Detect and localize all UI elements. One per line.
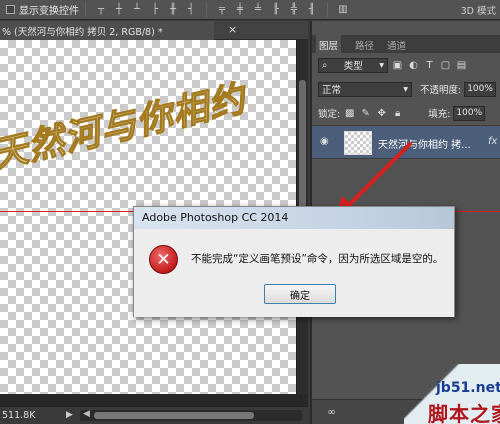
distribute-top-icon[interactable]: ╤ xyxy=(216,4,228,16)
status-menu-icon[interactable]: ▶ xyxy=(66,410,73,420)
type-filter-icon[interactable]: T xyxy=(423,59,436,72)
fill-input[interactable]: 100% xyxy=(453,105,486,121)
dialog-title: Adobe Photoshop CC 2014 xyxy=(142,211,289,224)
tab-layers[interactable]: 图层 xyxy=(316,35,342,53)
show-transform-controls-checkbox[interactable] xyxy=(6,5,15,14)
layer-effects-icon[interactable]: fx xyxy=(488,136,497,147)
lock-fill-row: 锁定: ▩ ✎ ✥ 🔒︎ 填充: 100% xyxy=(312,103,500,123)
document-tab[interactable]: % (天然河与你相约 拷贝 2, RGB/8) * xyxy=(0,21,214,40)
close-tab-icon[interactable]: × xyxy=(228,23,237,36)
distribute-left-icon[interactable]: ╟ xyxy=(270,4,282,16)
document-tab-bar: % (天然河与你相约 拷贝 2, RGB/8) * × xyxy=(0,21,308,40)
ok-button[interactable]: 确定 xyxy=(264,284,336,304)
shape-filter-icon[interactable]: ▢ xyxy=(439,59,452,72)
distribute-bottom-icon[interactable]: ╧ xyxy=(252,4,264,16)
auto-align-icon[interactable]: ▥ xyxy=(337,4,349,16)
align-hcenter-icon[interactable]: ╫ xyxy=(167,4,179,16)
horizontal-scroll-thumb[interactable] xyxy=(94,412,254,419)
align-right-icon[interactable]: ┤ xyxy=(185,4,197,16)
tab-paths[interactable]: 路径 xyxy=(352,37,377,53)
blend-mode-select[interactable]: 正常 ▾ xyxy=(318,81,412,97)
blend-opacity-row: 正常 ▾ 不透明度: 100% xyxy=(312,79,500,99)
watermark-name: 脚本之家 xyxy=(428,402,500,424)
link-layers-icon[interactable]: ∞ xyxy=(325,406,338,419)
blend-mode-value: 正常 xyxy=(322,85,342,96)
distribute-right-icon[interactable]: ╢ xyxy=(306,4,318,16)
error-dialog: Adobe Photoshop CC 2014 ✕ 不能完成“定义画笔预设”命令… xyxy=(133,206,455,317)
document-size-readout: 511.8K xyxy=(2,410,36,421)
dialog-message: 不能完成“定义画笔预设”命令，因为所选区域是空的。 xyxy=(191,253,444,265)
panel-tabs: 图层 路径 通道 xyxy=(312,35,500,53)
align-left-icon[interactable]: ├ xyxy=(149,4,161,16)
align-bottom-icon[interactable]: ┴ xyxy=(131,4,143,16)
chevron-down-icon: ▾ xyxy=(379,59,384,71)
filter-kind-select[interactable]: ⌕ 类型 ▾ xyxy=(318,57,388,73)
lock-position-icon[interactable]: ✥ xyxy=(375,107,388,120)
show-transform-controls-label: 显示变换控件 xyxy=(19,6,79,17)
divider xyxy=(206,2,207,17)
fill-label: 填充: xyxy=(428,109,451,120)
dialog-titlebar[interactable]: Adobe Photoshop CC 2014 xyxy=(134,207,454,229)
search-icon: ⌕ xyxy=(322,59,328,71)
divider xyxy=(85,2,86,17)
adjustment-filter-icon[interactable]: ◐ xyxy=(407,59,420,72)
filter-kind-value: 类型 xyxy=(343,61,363,72)
lock-all-icon[interactable]: 🔒︎ xyxy=(391,107,404,120)
horizontal-scrollbar[interactable]: ◀ xyxy=(80,409,302,421)
divider xyxy=(327,2,328,17)
dialog-body: ✕ 不能完成“定义画笔预设”命令，因为所选区域是空的。 确定 xyxy=(134,229,454,317)
scroll-left-icon[interactable]: ◀ xyxy=(83,409,90,419)
lock-label: 锁定: xyxy=(318,109,341,120)
opacity-input[interactable]: 100% xyxy=(464,81,497,97)
distribute-vcenter-icon[interactable]: ╪ xyxy=(234,4,246,16)
status-bar: 511.8K ▶ ◀ xyxy=(0,406,308,424)
distribute-hcenter-icon[interactable]: ╬ xyxy=(288,4,300,16)
lock-brush-icon[interactable]: ✎ xyxy=(359,107,372,120)
chevron-down-icon: ▾ xyxy=(403,83,408,95)
error-icon: ✕ xyxy=(149,245,178,274)
tab-channels[interactable]: 通道 xyxy=(384,37,409,53)
canvas-art-text: 天然河与你相约 xyxy=(0,77,250,177)
watermark-site: jb51.net xyxy=(436,380,500,396)
lock-transparency-icon[interactable]: ▩ xyxy=(343,107,356,120)
opacity-label: 不透明度: xyxy=(420,85,462,96)
options-bar: 显示变换控件 ┬ ┼ ┴ ├ ╫ ┤ ╤ ╪ ╧ ╟ ╬ ╢ ▥ 3D 模式 xyxy=(0,0,500,20)
layer-filter-row: ⌕ 类型 ▾ ▣ ◐ T ▢ ▤ xyxy=(312,55,500,75)
smart-object-filter-icon[interactable]: ▤ xyxy=(455,59,468,72)
3d-mode-label: 3D 模式 xyxy=(460,6,496,17)
align-top-icon[interactable]: ┬ xyxy=(95,4,107,16)
document-tab-title: % (天然河与你相约 拷贝 2, RGB/8) * xyxy=(2,27,163,38)
pixel-filter-icon[interactable]: ▣ xyxy=(391,59,404,72)
align-vcenter-icon[interactable]: ┼ xyxy=(113,4,125,16)
